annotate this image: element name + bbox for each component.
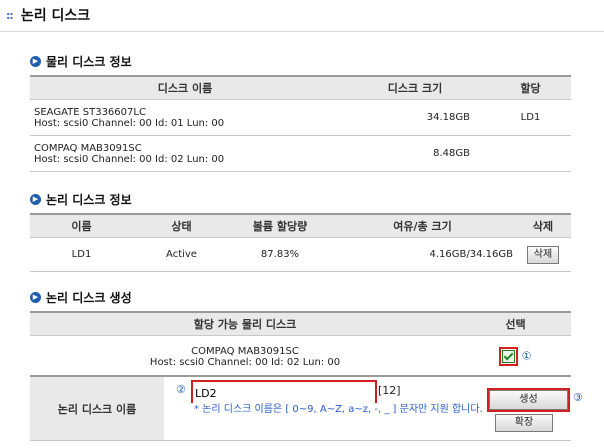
ld-name-input[interactable] — [193, 384, 375, 403]
table-row: COMPAQ MAB3091SC Host: scsi0 Channel: 00… — [30, 135, 571, 172]
create-section-label: 논리 디스크 생성 — [46, 290, 132, 305]
marker-1: ① — [521, 349, 532, 363]
disk-host: Host: scsi0 Channel: 00 Id: 01 Lun: 00 — [34, 117, 225, 129]
name-rule-note: * 논리 디스크 이름은 [ 0~9, A~Z, a~z, -, _ ] 문자만… — [194, 404, 483, 415]
col-header: 이름 — [30, 213, 133, 238]
col-header: 디스크 크기 — [340, 75, 490, 100]
marker-3: ③ — [573, 391, 583, 404]
col-header: 여유/총 크기 — [330, 213, 515, 238]
ld-name: LD1 — [30, 237, 133, 272]
name-label: 논리 디스크 이름 — [30, 377, 164, 440]
disk-size: 34.18GB — [340, 99, 490, 136]
col-header: 볼륨 할당량 — [230, 213, 330, 238]
create-section-title: ▶ 논리 디스크 생성 — [30, 289, 132, 305]
disk-alloc — [490, 135, 571, 172]
create-form-row: 논리 디스크 이름 ② [12] * 논리 디스크 이름은 [ 0~9, A~Z… — [30, 375, 583, 441]
select-cell: ① — [460, 335, 571, 378]
highlight-box — [499, 347, 519, 366]
expand-button[interactable]: 확장 — [495, 414, 553, 432]
table-row: SEAGATE ST336607LC Host: scsi0 Channel: … — [30, 99, 571, 136]
page-title-text: 논리 디스크 — [20, 8, 91, 24]
highlight-box: 생성 — [487, 388, 570, 412]
available-disk-cell: COMPAQ MAB3091SC Host: scsi0 Channel: 00… — [30, 335, 460, 378]
logical-disk-table: 이름 상태 볼륨 할당량 여유/총 크기 삭제 LD1 Active 87.83… — [30, 213, 571, 272]
ld-status: Active — [133, 237, 230, 272]
page-title: :: 논리 디스크 — [4, 4, 90, 26]
col-header: 선택 — [460, 311, 571, 336]
logical-section-title: ▶ 논리 디스크 정보 — [30, 191, 132, 207]
ld-quota: 87.83% — [230, 237, 330, 272]
available-disk-host: Host: scsi0 Channel: 00 Id: 02 Lun: 00 — [149, 356, 341, 368]
ld-delete-cell: 삭제 — [515, 237, 571, 272]
col-header: 할당 가능 물리 디스크 — [30, 311, 460, 336]
title-bullet-icon: :: — [6, 8, 14, 22]
col-header: 디스크 이름 — [30, 75, 340, 100]
physical-section-label: 물리 디스크 정보 — [46, 54, 132, 69]
disk-host: Host: scsi0 Channel: 00 Id: 02 Lun: 00 — [34, 153, 225, 165]
table-header-row: 할당 가능 물리 디스크 선택 — [30, 311, 571, 336]
physical-disk-table: 디스크 이름 디스크 크기 할당 SEAGATE ST336607LC Host… — [30, 75, 571, 172]
physical-section-title: ▶ 물리 디스크 정보 — [30, 53, 132, 69]
section-arrow-icon: ▶ — [30, 55, 41, 67]
create-button[interactable]: 생성 — [489, 390, 568, 410]
logical-section-label: 논리 디스크 정보 — [46, 192, 132, 207]
table-header-row: 이름 상태 볼륨 할당량 여유/총 크기 삭제 — [30, 213, 571, 238]
table-header-row: 디스크 이름 디스크 크기 할당 — [30, 75, 571, 100]
disk-name-cell: COMPAQ MAB3091SC Host: scsi0 Channel: 00… — [30, 135, 340, 172]
table-row: COMPAQ MAB3091SC Host: scsi0 Channel: 00… — [30, 335, 571, 378]
create-disk-table: 할당 가능 물리 디스크 선택 COMPAQ MAB3091SC Host: s… — [30, 311, 571, 378]
disk-size: 8.48GB — [340, 135, 490, 172]
table-row: LD1 Active 87.83% 4.16GB/34.16GB 삭제 — [30, 237, 571, 272]
section-arrow-icon: ▶ — [30, 193, 41, 205]
title-divider — [0, 31, 604, 32]
col-header: 삭제 — [515, 213, 571, 238]
highlight-box — [191, 380, 377, 403]
section-arrow-icon: ▶ — [30, 291, 41, 303]
disk-alloc: LD1 — [490, 99, 571, 136]
available-disk-name: COMPAQ MAB3091SC — [191, 345, 299, 357]
disk-name: SEAGATE ST336607LC — [34, 106, 146, 118]
disk-name: COMPAQ MAB3091SC — [34, 142, 142, 154]
delete-button[interactable]: 삭제 — [526, 245, 560, 264]
disk-name-cell: SEAGATE ST336607LC Host: scsi0 Channel: … — [30, 99, 340, 136]
max-length-hint: [12] — [378, 384, 401, 397]
ld-free-total: 4.16GB/34.16GB — [330, 237, 515, 272]
disk-select-checkbox[interactable] — [502, 350, 516, 363]
col-header: 할당 — [490, 75, 571, 100]
col-header: 상태 — [133, 213, 230, 238]
marker-2: ② — [176, 383, 186, 396]
